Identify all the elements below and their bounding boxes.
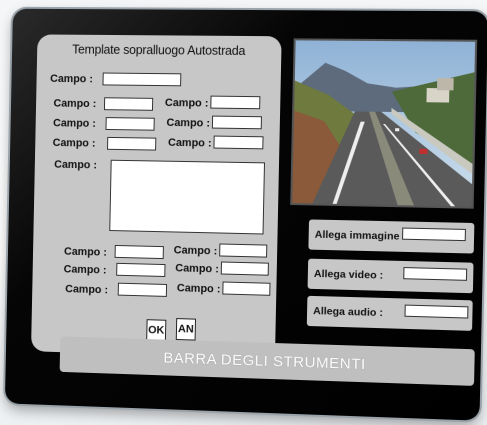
field-input-12[interactable] [117, 282, 168, 297]
form-panel: Template sopralluogo Autostrada Campo : … [31, 34, 282, 360]
field-label: Campo : [164, 97, 209, 110]
field-label: Campo : [52, 117, 96, 130]
attach-audio-panel: Allega audio : [306, 295, 473, 331]
attach-video-input[interactable] [403, 267, 468, 281]
field-label: Campo : [167, 136, 212, 150]
attach-video-panel: Allega video : [307, 258, 474, 294]
highway-photo-icon [292, 40, 476, 207]
field-input-11[interactable] [220, 261, 269, 276]
toolbar-label: BARRA DEGLI STRUMENTI [163, 349, 367, 373]
field-input-8[interactable] [114, 244, 164, 260]
field-label: Campo : [53, 97, 97, 111]
field-input-4[interactable] [105, 117, 155, 131]
field-input-1[interactable] [102, 72, 182, 87]
attach-audio-label: Allega audio : [313, 305, 384, 320]
field-label: Campo : [52, 137, 96, 150]
form-title: Template sopralluogo Autostrada [72, 42, 246, 58]
field-input-3[interactable] [210, 95, 261, 110]
field-label: Campo : [50, 72, 93, 86]
field-input-7[interactable] [213, 135, 264, 150]
highway-photo [290, 38, 478, 209]
field-input-2[interactable] [103, 97, 154, 111]
toolbar[interactable]: BARRA DEGLI STRUMENTI [59, 336, 475, 386]
field-input-9[interactable] [219, 243, 268, 258]
field-label: Campo : [176, 282, 221, 296]
attach-image-panel: Allega immagine : [308, 219, 475, 254]
notes-textarea[interactable] [109, 159, 266, 235]
textarea-label: Campo : [54, 158, 98, 172]
field-label: Campo : [166, 116, 211, 130]
device-frame: Template sopralluogo Autostrada Campo : … [4, 8, 487, 421]
field-input-13[interactable] [222, 281, 271, 296]
attach-image-label: Allega immagine : [314, 228, 407, 243]
field-label: Campo : [65, 283, 109, 297]
attach-audio-input[interactable] [404, 304, 469, 319]
field-label: Campo : [173, 244, 218, 258]
field-input-5[interactable] [211, 115, 262, 130]
attach-image-input[interactable] [402, 227, 466, 242]
field-input-10[interactable] [116, 262, 166, 277]
field-label: Campo : [63, 245, 107, 259]
field-input-6[interactable] [107, 136, 157, 151]
attach-video-label: Allega video : [313, 267, 384, 282]
field-label: Campo : [63, 263, 107, 277]
field-label: Campo : [175, 262, 219, 276]
cancel-button[interactable]: AN [175, 318, 197, 341]
